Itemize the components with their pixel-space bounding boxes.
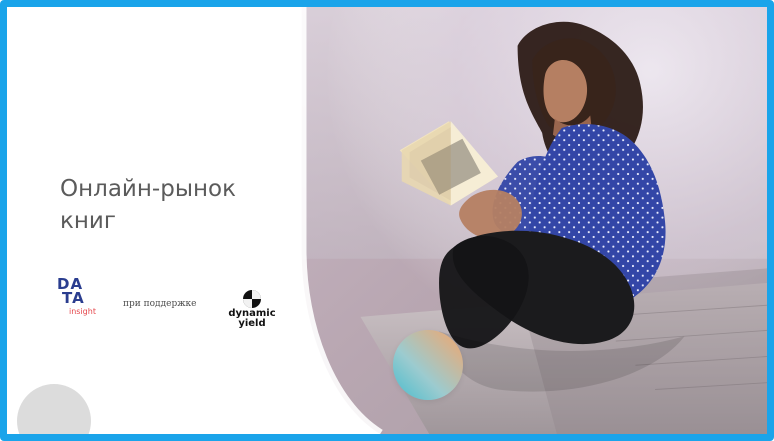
data-logo-row2: TA (62, 289, 85, 307)
support-text: при поддержке (123, 299, 197, 309)
data-logo-subtitle: insight (69, 307, 96, 316)
decorative-gradient-circle (393, 330, 463, 400)
dynamic-yield-text: dynamic yield (228, 308, 276, 329)
dynamic-yield-icon (243, 290, 261, 308)
data-insight-logo: DA TA insight (57, 277, 101, 321)
dynamic-yield-logo: dynamic yield (223, 289, 281, 331)
slide-frame: Онлайн-рынок книг DA TA insight при подд… (0, 0, 774, 441)
slide-title: Онлайн-рынок книг (60, 176, 236, 234)
logos-row: DA TA insight при поддержке dynamic yiel… (57, 277, 287, 331)
presentation-slide: Онлайн-рынок книг DA TA insight при подд… (7, 7, 767, 434)
